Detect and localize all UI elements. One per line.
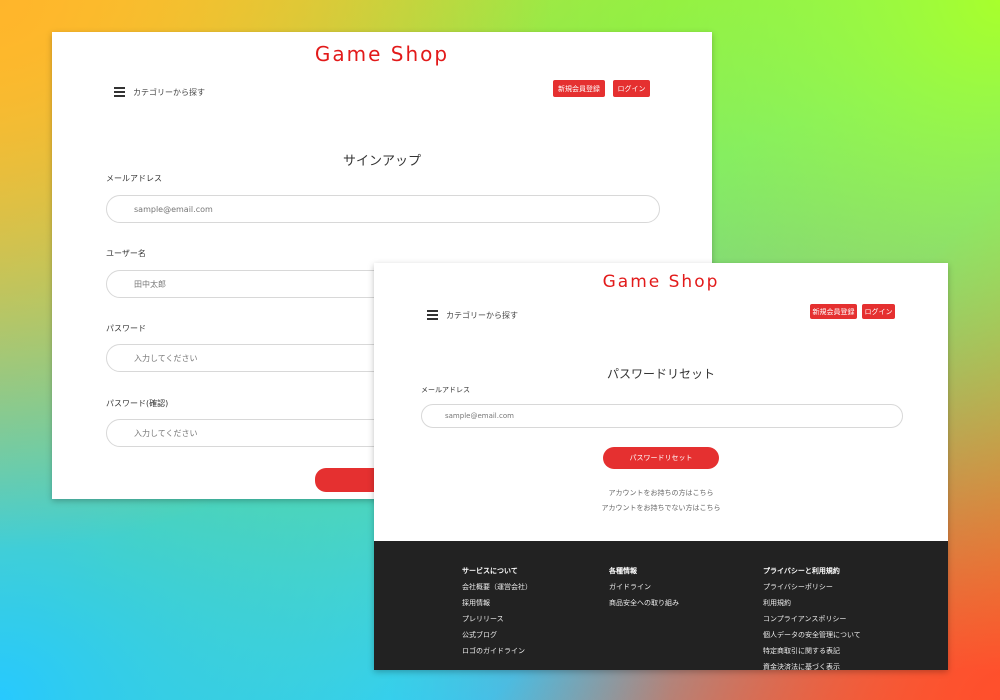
hamburger-icon[interactable] xyxy=(427,308,438,322)
register-button[interactable]: 新規会員登録 xyxy=(810,304,857,319)
page-title: パスワードリセット xyxy=(606,367,715,381)
brand-logo[interactable]: Game Shop xyxy=(52,42,712,66)
signup-link[interactable]: アカウントをお持ちでない方はこちら xyxy=(374,503,948,513)
footer-link[interactable]: 商品安全への取り組み xyxy=(609,598,679,608)
footer-column-services: サービスについて 会社概要（運営会社） 採用情報 プレリリース 公式ブログ ロゴ… xyxy=(462,566,532,662)
password-confirm-label: パスワード(確認) xyxy=(106,399,169,408)
email-field[interactable]: sample@email.com xyxy=(106,195,660,223)
footer-link[interactable]: ロゴのガイドライン xyxy=(462,646,532,656)
password-reset-button[interactable]: パスワードリセット xyxy=(603,447,719,469)
footer-heading: サービスについて xyxy=(462,567,518,575)
footer-heading: プライバシーと利用規約 xyxy=(763,567,840,575)
footer-link[interactable]: 個人データの安全管理について xyxy=(763,630,861,640)
register-button[interactable]: 新規会員登録 xyxy=(553,80,605,97)
hamburger-icon[interactable] xyxy=(114,85,125,99)
password-label: パスワード xyxy=(106,324,146,333)
footer-link[interactable]: 会社概要（運営会社） xyxy=(462,582,532,592)
login-link[interactable]: アカウントをお持ちの方はこちら xyxy=(374,488,948,498)
footer-link[interactable]: ガイドライン xyxy=(609,582,679,592)
footer-link[interactable]: 資金決済法に基づく表示 xyxy=(763,662,861,670)
username-label: ユーザー名 xyxy=(106,249,146,258)
footer: サービスについて 会社概要（運営会社） 採用情報 プレリリース 公式ブログ ロゴ… xyxy=(374,541,948,670)
category-menu-label: カテゴリーから探す xyxy=(446,310,518,320)
footer-link[interactable]: 公式ブログ xyxy=(462,630,532,640)
login-button[interactable]: ログイン xyxy=(862,304,895,319)
footer-link[interactable]: プレリリース xyxy=(462,614,532,624)
footer-link[interactable]: プライバシーポリシー xyxy=(763,582,861,592)
footer-link[interactable]: コンプライアンスポリシー xyxy=(763,614,861,624)
footer-link[interactable]: 特定商取引に関する表記 xyxy=(763,646,861,656)
footer-link[interactable]: 採用情報 xyxy=(462,598,532,608)
footer-link[interactable]: 利用規約 xyxy=(763,598,861,608)
footer-heading: 各種情報 xyxy=(609,567,637,575)
email-label: メールアドレス xyxy=(106,174,162,183)
brand-logo[interactable]: Game Shop xyxy=(374,272,948,292)
footer-column-info: 各種情報 ガイドライン 商品安全への取り組み xyxy=(609,566,679,614)
password-reset-window: Game Shop カテゴリーから探す 新規会員登録 ログイン パスワードリセッ… xyxy=(374,263,948,670)
page-title: サインアップ xyxy=(342,154,421,169)
category-menu-label: カテゴリーから探す xyxy=(133,87,205,97)
category-menu[interactable]: カテゴリーから探す xyxy=(114,85,205,99)
email-label: メールアドレス xyxy=(421,386,470,394)
email-field[interactable]: sample@email.com xyxy=(421,404,903,428)
login-button[interactable]: ログイン xyxy=(613,80,650,97)
footer-column-privacy: プライバシーと利用規約 プライバシーポリシー 利用規約 コンプライアンスポリシー… xyxy=(763,566,861,670)
category-menu[interactable]: カテゴリーから探す xyxy=(427,308,518,322)
